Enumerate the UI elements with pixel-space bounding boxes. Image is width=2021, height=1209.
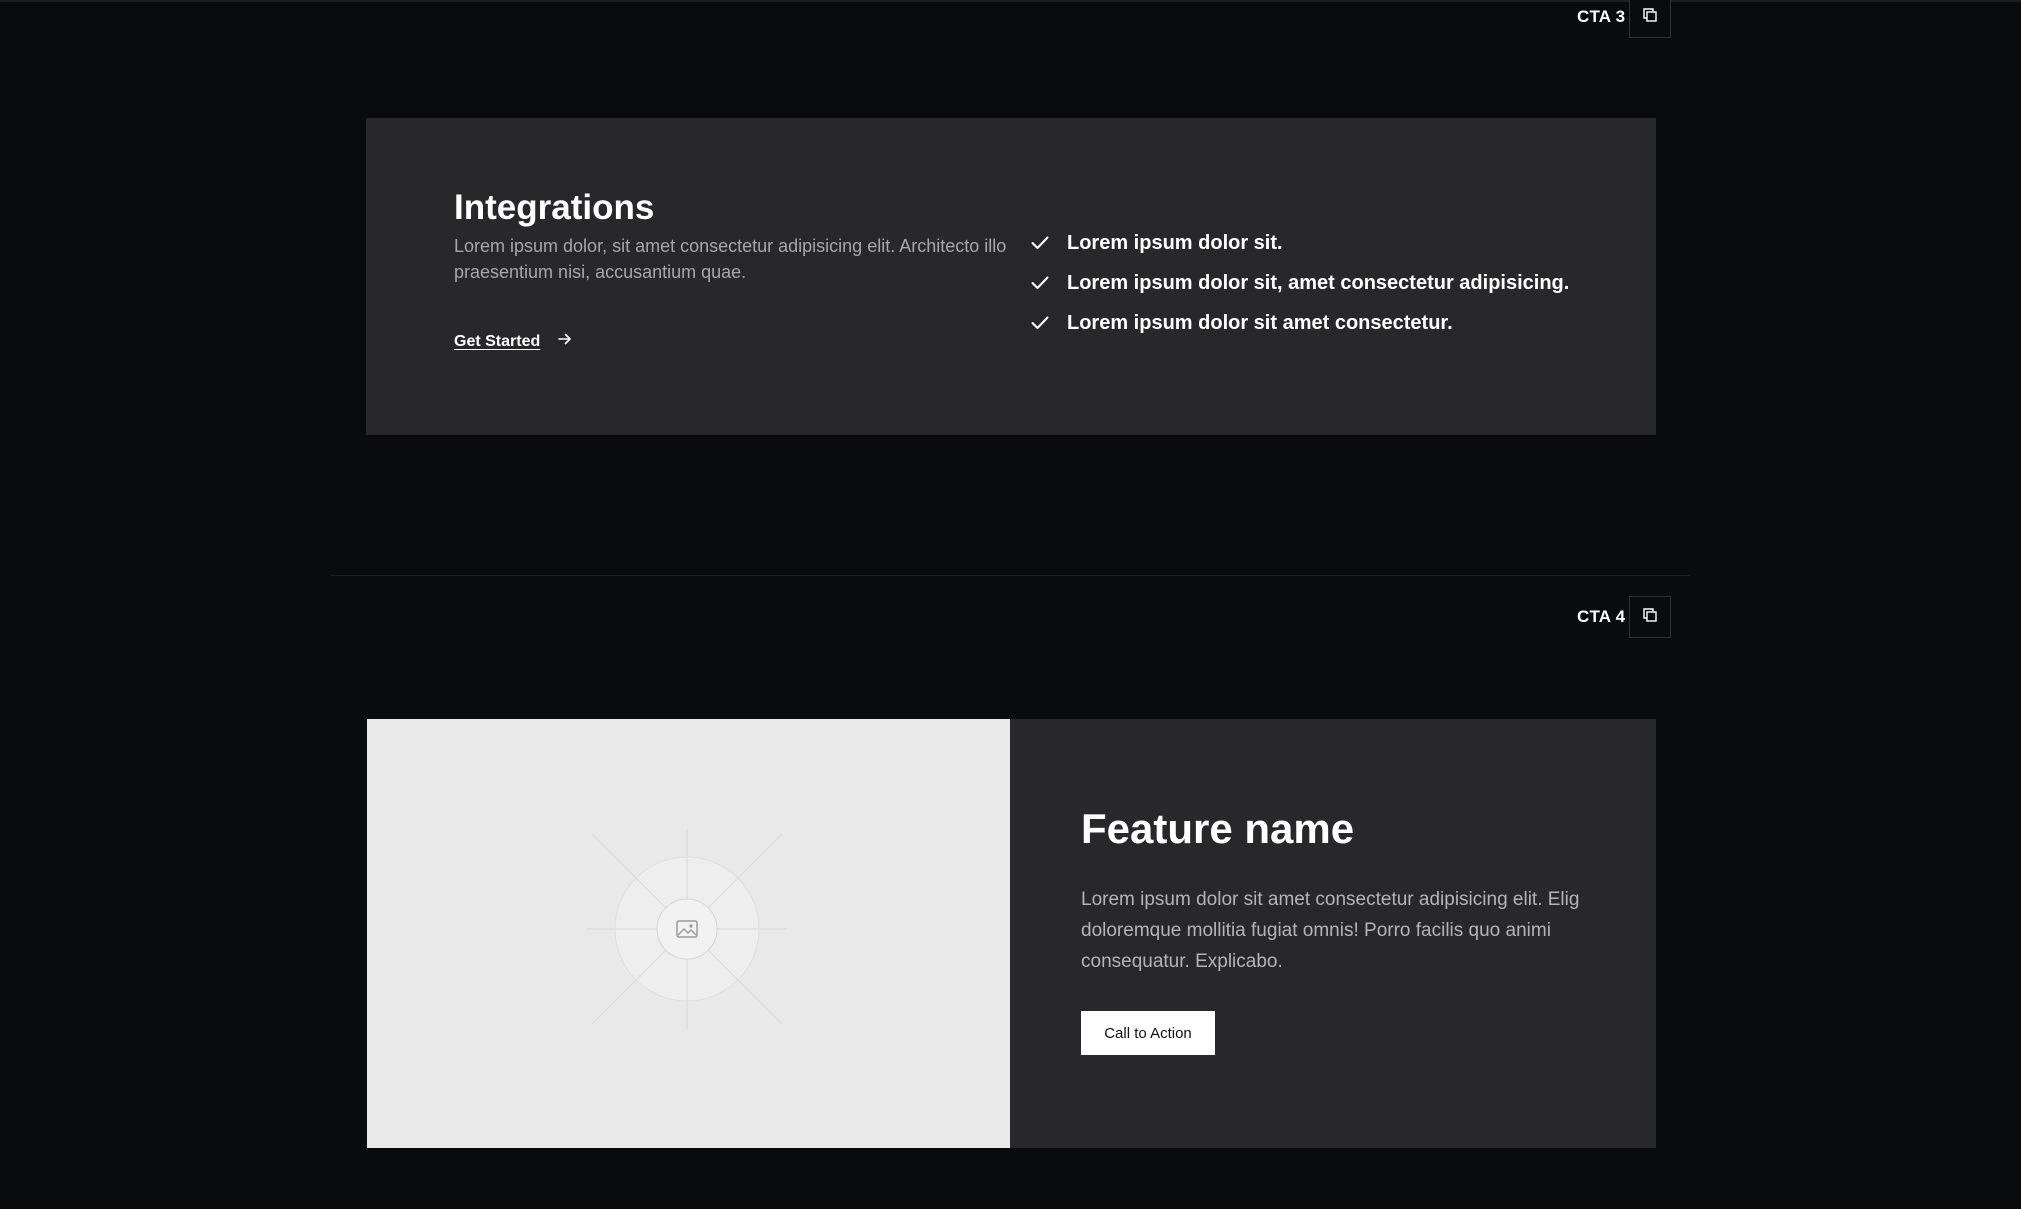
checklist-item-text: Lorem ipsum dolor sit, amet consectetur … xyxy=(1067,271,1570,294)
checklist-item: Lorem ipsum dolor sit amet consectetur. xyxy=(1029,303,1569,343)
get-started-link[interactable]: Get Started xyxy=(454,332,572,351)
top-border xyxy=(0,0,2021,2)
copy-button-cta-4[interactable] xyxy=(1629,596,1671,638)
image-placeholder-icon xyxy=(587,829,787,1029)
call-to-action-button[interactable]: Call to Action xyxy=(1081,1011,1215,1055)
check-icon xyxy=(1029,312,1051,334)
checklist-item: Lorem ipsum dolor sit. xyxy=(1029,223,1569,263)
get-started-label: Get Started xyxy=(454,332,541,350)
section-divider xyxy=(331,575,1690,576)
copy-button-cta-3[interactable] xyxy=(1629,0,1671,38)
copy-icon xyxy=(1642,607,1658,628)
checklist-item-text: Lorem ipsum dolor sit amet consectetur. xyxy=(1067,311,1453,334)
check-icon xyxy=(1029,232,1051,254)
feature-image-placeholder xyxy=(367,719,1010,1148)
section-label-cta-4: CTA 4 xyxy=(1577,607,1626,626)
feature-title: Feature name xyxy=(1081,805,1355,852)
feature-description: Lorem ipsum dolor sit amet consectetur a… xyxy=(1081,889,1580,972)
check-icon xyxy=(1029,272,1051,294)
feature-checklist: Lorem ipsum dolor sit. Lorem ipsum dolor… xyxy=(1029,223,1569,343)
cta-3-card: Integrations Lorem ipsum dolor, sit amet… xyxy=(366,118,1656,435)
section-label-cta-3: CTA 3 xyxy=(1577,7,1626,26)
cta-3-title: Integrations xyxy=(454,188,655,227)
checklist-item-text: Lorem ipsum dolor sit. xyxy=(1067,231,1283,254)
copy-icon xyxy=(1642,7,1658,28)
arrow-right-icon xyxy=(558,332,572,351)
cta-4-card: Feature name Lorem ipsum dolor sit amet … xyxy=(367,719,1656,1148)
checklist-item: Lorem ipsum dolor sit, amet consectetur … xyxy=(1029,263,1569,303)
cta-3-description: Lorem ipsum dolor, sit amet consectetur … xyxy=(454,236,1007,282)
